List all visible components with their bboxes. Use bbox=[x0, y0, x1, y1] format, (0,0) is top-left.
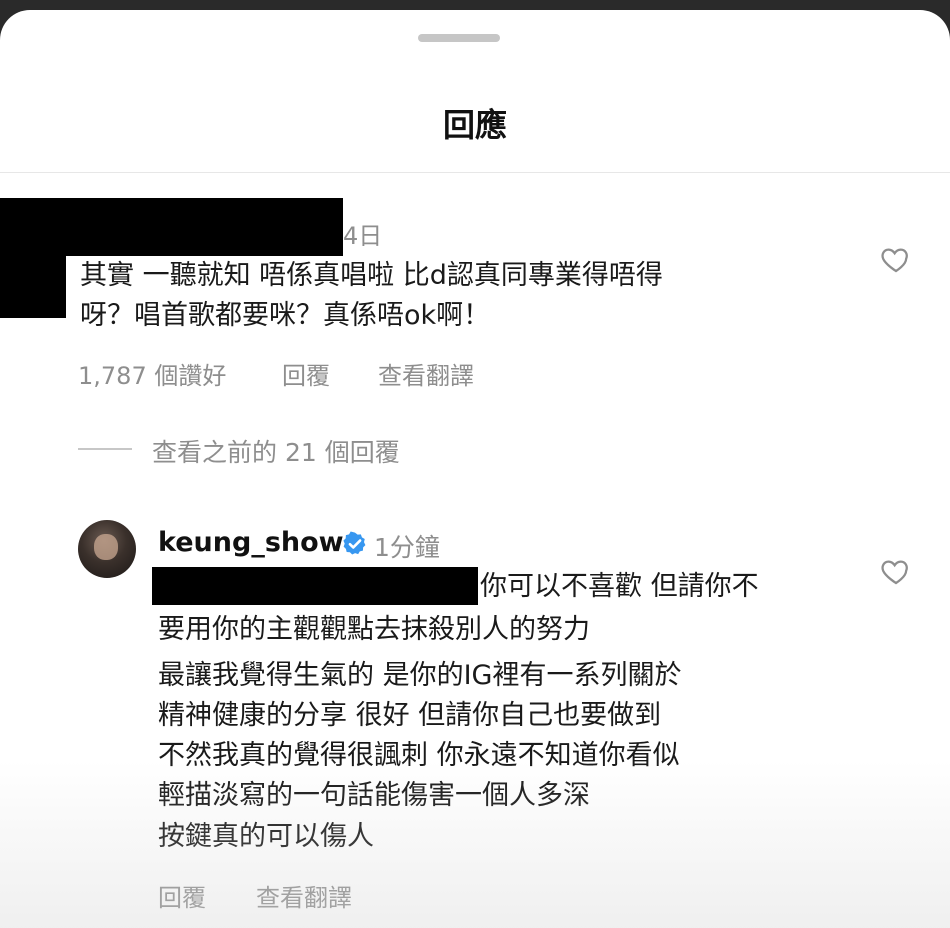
reply-reply-button[interactable]: 回覆 bbox=[158, 878, 206, 913]
reply-like-heart-icon[interactable] bbox=[880, 555, 912, 587]
reply-paragraph-2: 最讓我覺得生氣的 是你的IG裡有一系列關於 精神健康的分享 很好 但請你自己也要… bbox=[158, 660, 682, 811]
comment-likes[interactable]: 1,787 個讚好 bbox=[78, 356, 226, 391]
reply-button[interactable]: 回覆 bbox=[282, 356, 330, 391]
redacted-avatar bbox=[0, 256, 66, 318]
comment-line-1: 其實 一聽就知 唔係真唱啦 比d認真同專業得唔得 bbox=[80, 260, 663, 291]
avatar-face bbox=[94, 534, 118, 560]
view-previous-line bbox=[78, 448, 132, 450]
translate-button[interactable]: 查看翻譯 bbox=[378, 356, 474, 391]
like-heart-icon[interactable] bbox=[880, 243, 912, 275]
comment-line-2: 呀？唱首歌都要咪？真係唔ok啊！ bbox=[80, 300, 491, 331]
verified-badge-icon bbox=[343, 531, 366, 555]
redacted-mention bbox=[152, 567, 478, 605]
reply-translate-button[interactable]: 查看翻譯 bbox=[256, 878, 352, 913]
reply-username[interactable]: keung_show bbox=[158, 527, 344, 558]
reply-time: 1分鐘 bbox=[374, 533, 440, 562]
comment-time: 4日 bbox=[343, 222, 383, 250]
redacted-username bbox=[0, 198, 343, 256]
header-divider bbox=[0, 172, 950, 173]
sheet-grabber[interactable] bbox=[418, 34, 500, 42]
reply-paragraph-1: 要用你的主觀觀點去抹殺別人的努力 bbox=[158, 614, 590, 645]
sheet-title: 回應 bbox=[442, 106, 507, 144]
reply-line-1: 你可以不喜歡 但請你不 bbox=[480, 571, 759, 602]
reply-paragraph-3: 按鍵真的可以傷人 bbox=[158, 821, 374, 852]
view-previous-replies[interactable]: 查看之前的 21 個回覆 bbox=[152, 433, 400, 469]
